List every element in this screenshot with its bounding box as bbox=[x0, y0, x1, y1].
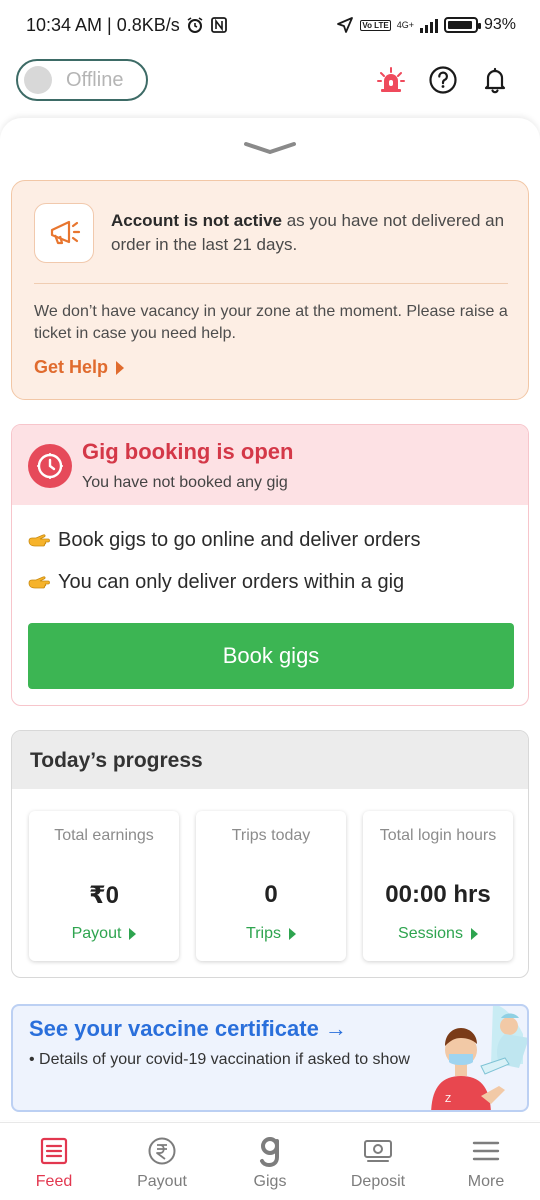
nav-deposit[interactable]: Deposit bbox=[324, 1123, 432, 1200]
caret-right-icon bbox=[129, 928, 137, 940]
todays-progress-card: Today’s progress Total earnings ₹0 Payou… bbox=[11, 730, 529, 978]
stat-link-label: Sessions bbox=[398, 925, 463, 942]
app-bar: Offline bbox=[0, 52, 540, 108]
stat-label: Trips today bbox=[231, 827, 311, 844]
volte-icon: Vo LTE bbox=[360, 19, 391, 31]
nav-label: Payout bbox=[137, 1173, 187, 1190]
pointing-hand-icon bbox=[28, 533, 50, 549]
divider bbox=[34, 283, 508, 284]
progress-header: Today’s progress bbox=[12, 731, 528, 789]
bell-icon[interactable] bbox=[480, 65, 510, 95]
stat-value: ₹0 bbox=[88, 882, 120, 909]
clock-icon bbox=[28, 444, 72, 488]
vaccine-title: See your vaccine certificate → bbox=[29, 1016, 347, 1041]
rupee-icon bbox=[146, 1135, 178, 1167]
pointing-hand-icon bbox=[28, 575, 50, 591]
alarm-icon bbox=[186, 16, 204, 34]
gig-booking-subtitle: You have not booked any gig bbox=[82, 474, 288, 491]
trips-link[interactable]: Trips bbox=[196, 925, 346, 943]
online-offline-toggle[interactable]: Offline bbox=[16, 59, 148, 101]
stat-link-label: Payout bbox=[71, 925, 122, 942]
status-time: 10:34 AM | 0.8KB/s bbox=[26, 14, 180, 35]
sessions-link[interactable]: Sessions bbox=[363, 925, 513, 943]
payout-link[interactable]: Payout bbox=[29, 925, 179, 943]
caret-right-icon bbox=[288, 928, 296, 940]
siren-icon[interactable] bbox=[376, 65, 406, 95]
battery-icon bbox=[443, 17, 481, 33]
vacancy-message: We don’t have vacancy in your zone at th… bbox=[34, 303, 508, 342]
get-help-label: Get Help bbox=[34, 357, 109, 377]
stat-value: 00:00 hrs bbox=[385, 881, 491, 908]
earnings-stat: Total earnings ₹0 Payout bbox=[29, 811, 179, 961]
gig-point: Book gigs to go online and deliver order… bbox=[28, 529, 420, 552]
status-bar: 10:34 AM | 0.8KB/s Vo LTE 4G+ 93% bbox=[0, 0, 540, 50]
caret-right-icon bbox=[470, 928, 478, 940]
help-icon[interactable] bbox=[428, 65, 458, 95]
signal-icon bbox=[419, 17, 438, 33]
megaphone-icon bbox=[34, 203, 94, 263]
gig-booking-header: Gig booking is open You have not booked … bbox=[12, 425, 528, 505]
nfc-icon bbox=[210, 16, 228, 34]
nav-label: Deposit bbox=[350, 1173, 406, 1190]
nav-more[interactable]: More bbox=[432, 1123, 540, 1200]
account-inactive-message: Account is not active as you have not de… bbox=[111, 209, 511, 257]
toggle-knob[interactable] bbox=[24, 66, 52, 94]
gig-point-text: You can only deliver orders within a gig bbox=[58, 571, 405, 593]
battery-percent: 93% bbox=[483, 16, 516, 33]
account-inactive-bold: Account is not active bbox=[111, 211, 282, 230]
feed-icon bbox=[38, 1135, 70, 1167]
cash-icon bbox=[362, 1135, 394, 1167]
trips-stat: Trips today 0 Trips bbox=[196, 811, 346, 961]
toggle-label: Offline bbox=[66, 68, 124, 91]
nav-payout[interactable]: Payout bbox=[108, 1123, 216, 1200]
svg-text:Z: Z bbox=[445, 1094, 451, 1105]
network-type: 4G+ bbox=[396, 19, 414, 30]
caret-right-icon bbox=[116, 360, 125, 375]
gig-point-text: Book gigs to go online and deliver order… bbox=[58, 529, 421, 551]
login-hours-stat: Total login hours 00:00 hrs Sessions bbox=[363, 811, 513, 961]
stat-label: Total earnings bbox=[54, 827, 154, 844]
menu-icon bbox=[470, 1135, 502, 1167]
nav-feed[interactable]: Feed bbox=[0, 1123, 108, 1200]
stat-label: Total login hours bbox=[379, 827, 497, 844]
location-icon bbox=[336, 16, 354, 34]
nav-label: More bbox=[467, 1173, 505, 1190]
gig-booking-title: Gig booking is open bbox=[82, 439, 294, 464]
progress-title: Today’s progress bbox=[30, 749, 203, 772]
gig-point: You can only deliver orders within a gig bbox=[28, 571, 404, 594]
nav-gigs[interactable]: Gigs bbox=[216, 1123, 324, 1200]
gig-booking-card: Gig booking is open You have not booked … bbox=[11, 424, 529, 706]
gigs-icon bbox=[254, 1135, 286, 1167]
account-inactive-card: Account is not active as you have not de… bbox=[11, 180, 529, 400]
stat-link-label: Trips bbox=[246, 925, 281, 942]
nav-label: Feed bbox=[35, 1173, 73, 1190]
get-help-link[interactable]: Get Help bbox=[34, 357, 125, 378]
vaccine-certificate-banner[interactable]: See your vaccine certificate → • Details… bbox=[11, 1004, 529, 1112]
book-gigs-button[interactable]: Book gigs bbox=[28, 623, 514, 689]
nav-label: Gigs bbox=[253, 1173, 287, 1190]
stat-value: 0 bbox=[264, 881, 278, 908]
vaccine-text: • Details of your covid-19 vaccination i… bbox=[29, 1051, 410, 1068]
collapse-chevron-icon[interactable] bbox=[244, 138, 296, 161]
bottom-navigation: Feed Payout Gigs Deposit More bbox=[0, 1122, 540, 1200]
vaccination-illustration: Z bbox=[421, 1006, 527, 1110]
